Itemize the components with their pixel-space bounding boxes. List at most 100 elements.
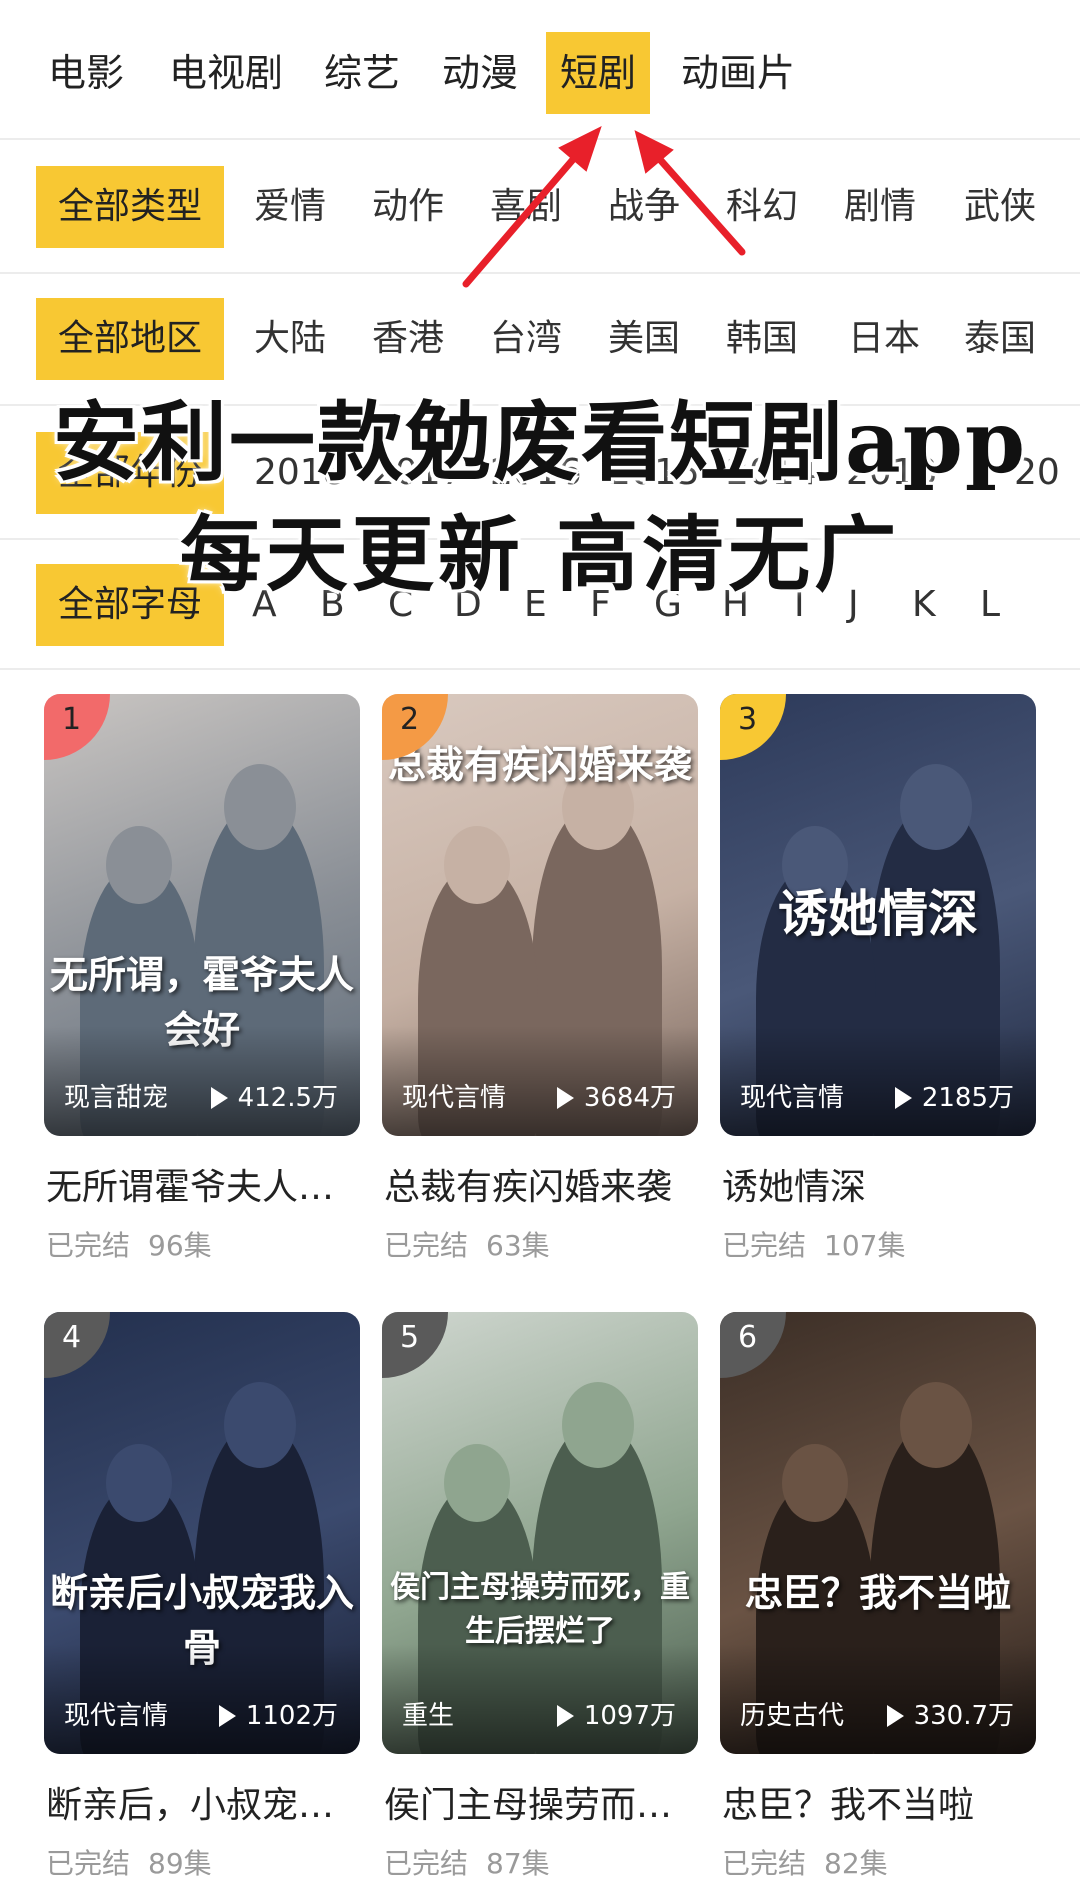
play-count: 330.7万: [886, 1695, 1014, 1732]
tab-short-drama[interactable]: 短剧: [546, 32, 650, 114]
filter-type-option[interactable]: 武侠: [964, 166, 1036, 248]
poster-figure-head: [900, 1382, 972, 1468]
genre-tag: 历史古代: [740, 1701, 845, 1731]
poster-figure-head: [900, 764, 972, 850]
play-count-value: 1097万: [583, 1701, 676, 1731]
filter-type-option[interactable]: 动作: [372, 166, 444, 248]
tab-movie[interactable]: 电影: [36, 32, 136, 114]
filter-region-option[interactable]: 大陆: [254, 298, 326, 380]
drama-status: 已完结: [46, 1229, 131, 1262]
play-count-value: 330.7万: [913, 1701, 1014, 1731]
category-tab-bar: 电影 电视剧 综艺 动漫 短剧 动画片: [0, 0, 1080, 140]
drama-episodes: 107集: [824, 1229, 906, 1262]
drama-title[interactable]: 总裁有疾闪婚来袭: [384, 1158, 714, 1210]
poster-figure-head: [106, 1444, 172, 1522]
genre-tag: 现代言情: [740, 1083, 845, 1113]
play-count-value: 2185万: [921, 1083, 1014, 1113]
filter-type-option[interactable]: 喜剧: [490, 166, 562, 248]
drama-status: 已完结: [384, 1847, 469, 1880]
drama-card[interactable]: 忠臣？我不当啦 6 历史古代 330.7万 忠臣？我不当啦 已完结 82集: [720, 1312, 1036, 1892]
play-icon: [894, 1087, 912, 1109]
drama-meta: 已完结 96集: [46, 1224, 230, 1264]
play-icon: [218, 1705, 236, 1727]
drama-poster[interactable]: 诱她情深 3 现代言情 2185万: [720, 694, 1036, 1136]
rank-badge: 5: [382, 1312, 448, 1378]
drama-title[interactable]: 侯门主母操劳而…: [384, 1776, 714, 1828]
drama-meta: 已完结 63集: [384, 1224, 568, 1264]
drama-card[interactable]: 诱她情深 3 现代言情 2185万 诱她情深 已完结 107集: [720, 694, 1036, 1274]
drama-meta: 已完结 89集: [46, 1842, 230, 1882]
tab-tv-series[interactable]: 电视剧: [160, 32, 292, 114]
drama-card[interactable]: 总裁有疾闪婚来袭 2 现代言情 3684万 总裁有疾闪婚来袭 已完结 63集: [382, 694, 698, 1274]
drama-status: 已完结: [46, 1847, 131, 1880]
rank-badge: 4: [44, 1312, 110, 1378]
drama-poster[interactable]: 断亲后小叔宠我入骨 4 现代言情 1102万: [44, 1312, 360, 1754]
poster-figure-head: [782, 1444, 848, 1522]
poster-title-art: 侯门主母操劳而死，重生后摆烂了: [390, 1570, 690, 1649]
poster-title-art: 总裁有疾闪婚来袭: [387, 742, 692, 787]
promo-subheadline: 每天更新 高清无广: [178, 506, 901, 605]
genre-tag: 现言甜宠: [64, 1083, 169, 1113]
drama-poster[interactable]: 总裁有疾闪婚来袭 2 现代言情 3684万: [382, 694, 698, 1136]
drama-episodes: 89集: [148, 1847, 212, 1880]
play-icon: [556, 1087, 574, 1109]
filter-type-option[interactable]: 爱情: [254, 166, 326, 248]
tab-variety[interactable]: 综艺: [312, 32, 412, 114]
drama-status: 已完结: [722, 1229, 807, 1262]
drama-episodes: 87集: [486, 1847, 550, 1880]
filter-region-option[interactable]: 泰国: [964, 298, 1036, 380]
drama-meta: 已完结 107集: [722, 1224, 923, 1264]
filter-type-all[interactable]: 全部类型: [36, 166, 224, 248]
filter-region-option[interactable]: 台湾: [490, 298, 562, 380]
genre-tag: 现代言情: [402, 1083, 507, 1113]
tab-anime[interactable]: 动漫: [430, 32, 530, 114]
filter-type-option[interactable]: 战争: [608, 166, 680, 248]
drama-episodes: 82集: [824, 1847, 888, 1880]
filter-row-region: 全部地区 大陆 香港 台湾 美国 韩国 日本 泰国: [0, 298, 1080, 380]
play-count: 3684万: [556, 1077, 676, 1114]
drama-poster[interactable]: 侯门主母操劳而死，重生后摆烂了 5 重生 1097万: [382, 1312, 698, 1754]
drama-title[interactable]: 忠臣？我不当啦: [722, 1776, 1052, 1828]
play-count: 412.5万: [210, 1077, 338, 1114]
genre-tag: 重生: [402, 1701, 455, 1731]
play-count-value: 1102万: [245, 1701, 338, 1731]
filter-region-option[interactable]: 美国: [608, 298, 680, 380]
divider: [0, 668, 1080, 670]
filter-region-option[interactable]: 香港: [372, 298, 444, 380]
drama-card[interactable]: 断亲后小叔宠我入骨 4 现代言情 1102万 断亲后，小叔宠… 已完结89集: [44, 1312, 360, 1892]
filter-type-option[interactable]: 剧情: [844, 166, 916, 248]
genre-tag: 现代言情: [64, 1701, 169, 1731]
poster-title-art: 忠臣？我不当啦: [744, 1570, 1011, 1615]
tab-animation[interactable]: 动画片: [674, 32, 802, 114]
filter-region-all[interactable]: 全部地区: [36, 298, 224, 380]
drama-card[interactable]: 侯门主母操劳而死，重生后摆烂了 5 重生 1097万 侯门主母操劳而… 已完结 8…: [382, 1312, 698, 1892]
drama-card[interactable]: 无所谓，霍爷夫人会好 1 现言甜宠 412.5万 无所谓霍爷夫人… 已完结96集: [44, 694, 360, 1274]
play-count: 1097万: [556, 1695, 676, 1732]
promo-headline: 安利一款勉废看短剧app: [52, 391, 1027, 495]
drama-title[interactable]: 无所谓霍爷夫人…: [46, 1158, 376, 1210]
filter-region-option[interactable]: 韩国: [726, 298, 798, 380]
drama-title[interactable]: 诱她情深: [722, 1158, 1052, 1210]
drama-poster[interactable]: 忠臣？我不当啦 6 历史古代 330.7万: [720, 1312, 1036, 1754]
filter-type-option[interactable]: 科幻: [726, 166, 798, 248]
poster-title-art: 诱她情深: [778, 884, 978, 943]
play-icon: [886, 1705, 904, 1727]
poster-figure-head: [106, 826, 172, 904]
drama-title[interactable]: 断亲后，小叔宠…: [46, 1776, 376, 1828]
poster-figure-head: [224, 1382, 296, 1468]
drama-status: 已完结: [722, 1847, 807, 1880]
drama-poster[interactable]: 无所谓，霍爷夫人会好 1 现言甜宠 412.5万: [44, 694, 360, 1136]
rank-badge: 3: [720, 694, 786, 760]
filter-region-option[interactable]: 日本: [848, 298, 920, 380]
drama-episodes: 96集: [148, 1229, 212, 1262]
poster-figure-head: [444, 826, 510, 904]
divider: [0, 272, 1080, 274]
play-count: 2185万: [894, 1077, 1014, 1114]
drama-meta: 已完结 87集: [384, 1842, 568, 1882]
drama-meta: 已完结 82集: [722, 1842, 906, 1882]
divider: [0, 138, 1080, 140]
filter-row-type: 全部类型 爱情 动作 喜剧 战争 科幻 剧情 武侠: [0, 166, 1080, 248]
play-count: 1102万: [218, 1695, 338, 1732]
rank-badge: 6: [720, 1312, 786, 1378]
poster-figure-head: [444, 1444, 510, 1522]
